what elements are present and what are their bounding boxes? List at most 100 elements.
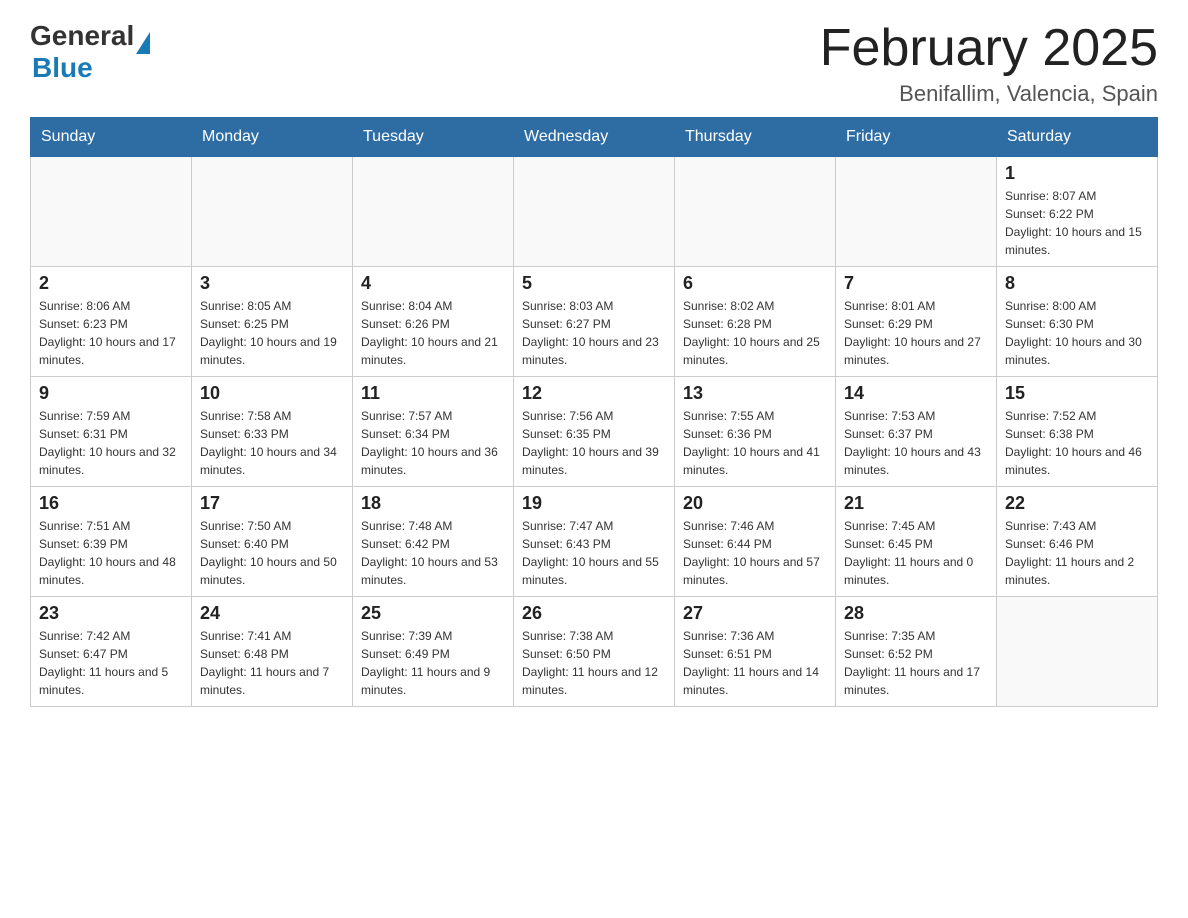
day-number: 2 <box>39 273 183 294</box>
day-number: 28 <box>844 603 988 624</box>
day-number: 1 <box>1005 163 1149 184</box>
day-info: Sunrise: 8:06 AMSunset: 6:23 PMDaylight:… <box>39 297 183 369</box>
page-header: General Blue February 2025 Benifallim, V… <box>30 20 1158 107</box>
day-info: Sunrise: 8:07 AMSunset: 6:22 PMDaylight:… <box>1005 187 1149 259</box>
day-number: 16 <box>39 493 183 514</box>
table-row: 28 Sunrise: 7:35 AMSunset: 6:52 PMDayligh… <box>836 597 997 707</box>
day-info: Sunrise: 7:41 AMSunset: 6:48 PMDaylight:… <box>200 627 344 699</box>
day-number: 8 <box>1005 273 1149 294</box>
day-number: 20 <box>683 493 827 514</box>
logo: General Blue <box>30 20 150 84</box>
day-number: 23 <box>39 603 183 624</box>
day-number: 13 <box>683 383 827 404</box>
day-number: 22 <box>1005 493 1149 514</box>
table-row <box>353 157 514 267</box>
table-row: 9 Sunrise: 7:59 AMSunset: 6:31 PMDaylight… <box>31 377 192 487</box>
day-info: Sunrise: 7:46 AMSunset: 6:44 PMDaylight:… <box>683 517 827 589</box>
calendar-title: February 2025 <box>820 20 1158 77</box>
table-row: 22 Sunrise: 7:43 AMSunset: 6:46 PMDayligh… <box>997 487 1158 597</box>
calendar-week-row: 16 Sunrise: 7:51 AMSunset: 6:39 PMDayligh… <box>31 487 1158 597</box>
day-number: 9 <box>39 383 183 404</box>
table-row: 19 Sunrise: 7:47 AMSunset: 6:43 PMDayligh… <box>514 487 675 597</box>
day-number: 26 <box>522 603 666 624</box>
calendar-week-row: 23Sunrise: 7:42 AMSunset: 6:47 PMDayligh… <box>31 597 1158 707</box>
table-row <box>192 157 353 267</box>
day-number: 19 <box>522 493 666 514</box>
day-number: 18 <box>361 493 505 514</box>
calendar-table: Sunday Monday Tuesday Wednesday Thursday… <box>30 117 1158 707</box>
day-number: 21 <box>844 493 988 514</box>
table-row: 15 Sunrise: 7:52 AMSunset: 6:38 PMDayligh… <box>997 377 1158 487</box>
day-info: Sunrise: 7:39 AMSunset: 6:49 PMDaylight:… <box>361 627 505 699</box>
day-info: Sunrise: 7:57 AMSunset: 6:34 PMDaylight:… <box>361 407 505 479</box>
table-row: 21 Sunrise: 7:45 AMSunset: 6:45 PMDayligh… <box>836 487 997 597</box>
day-info: Sunrise: 8:04 AMSunset: 6:26 PMDaylight:… <box>361 297 505 369</box>
day-number: 15 <box>1005 383 1149 404</box>
day-number: 14 <box>844 383 988 404</box>
table-row: 17Sunrise: 7:50 AMSunset: 6:40 PMDayligh… <box>192 487 353 597</box>
header-monday: Monday <box>192 118 353 157</box>
day-info: Sunrise: 7:56 AMSunset: 6:35 PMDaylight:… <box>522 407 666 479</box>
day-info: Sunrise: 7:35 AMSunset: 6:52 PMDaylight:… <box>844 627 988 699</box>
table-row: 18 Sunrise: 7:48 AMSunset: 6:42 PMDayligh… <box>353 487 514 597</box>
table-row: 1 Sunrise: 8:07 AMSunset: 6:22 PMDaylight… <box>997 157 1158 267</box>
day-number: 27 <box>683 603 827 624</box>
table-row: 4 Sunrise: 8:04 AMSunset: 6:26 PMDaylight… <box>353 267 514 377</box>
table-row <box>675 157 836 267</box>
day-info: Sunrise: 8:00 AMSunset: 6:30 PMDaylight:… <box>1005 297 1149 369</box>
table-row <box>514 157 675 267</box>
table-row: 8 Sunrise: 8:00 AMSunset: 6:30 PMDaylight… <box>997 267 1158 377</box>
calendar-week-row: 2 Sunrise: 8:06 AMSunset: 6:23 PMDaylight… <box>31 267 1158 377</box>
header-friday: Friday <box>836 118 997 157</box>
day-number: 3 <box>200 273 344 294</box>
day-info: Sunrise: 8:02 AMSunset: 6:28 PMDaylight:… <box>683 297 827 369</box>
table-row <box>997 597 1158 707</box>
table-row: 10 Sunrise: 7:58 AMSunset: 6:33 PMDayligh… <box>192 377 353 487</box>
day-number: 11 <box>361 383 505 404</box>
day-info: Sunrise: 7:48 AMSunset: 6:42 PMDaylight:… <box>361 517 505 589</box>
table-row: 14 Sunrise: 7:53 AMSunset: 6:37 PMDayligh… <box>836 377 997 487</box>
day-info: Sunrise: 8:01 AMSunset: 6:29 PMDaylight:… <box>844 297 988 369</box>
table-row: 3 Sunrise: 8:05 AMSunset: 6:25 PMDaylight… <box>192 267 353 377</box>
calendar-week-row: 1 Sunrise: 8:07 AMSunset: 6:22 PMDaylight… <box>31 157 1158 267</box>
table-row: 2 Sunrise: 8:06 AMSunset: 6:23 PMDaylight… <box>31 267 192 377</box>
day-info: Sunrise: 7:59 AMSunset: 6:31 PMDaylight:… <box>39 407 183 479</box>
day-info: Sunrise: 7:52 AMSunset: 6:38 PMDaylight:… <box>1005 407 1149 479</box>
logo-triangle-icon <box>136 32 150 54</box>
calendar-header-row: Sunday Monday Tuesday Wednesday Thursday… <box>31 118 1158 157</box>
header-saturday: Saturday <box>997 118 1158 157</box>
header-thursday: Thursday <box>675 118 836 157</box>
day-number: 6 <box>683 273 827 294</box>
logo-blue-text: Blue <box>32 52 93 84</box>
table-row: 27 Sunrise: 7:36 AMSunset: 6:51 PMDayligh… <box>675 597 836 707</box>
table-row: 25Sunrise: 7:39 AMSunset: 6:49 PMDayligh… <box>353 597 514 707</box>
day-info: Sunrise: 8:05 AMSunset: 6:25 PMDaylight:… <box>200 297 344 369</box>
calendar-subtitle: Benifallim, Valencia, Spain <box>820 81 1158 107</box>
day-info: Sunrise: 7:43 AMSunset: 6:46 PMDaylight:… <box>1005 517 1149 589</box>
day-info: Sunrise: 7:51 AMSunset: 6:39 PMDaylight:… <box>39 517 183 589</box>
header-wednesday: Wednesday <box>514 118 675 157</box>
header-tuesday: Tuesday <box>353 118 514 157</box>
table-row <box>836 157 997 267</box>
day-info: Sunrise: 7:55 AMSunset: 6:36 PMDaylight:… <box>683 407 827 479</box>
table-row <box>31 157 192 267</box>
day-number: 10 <box>200 383 344 404</box>
day-number: 17 <box>200 493 344 514</box>
logo-general-text: General <box>30 20 134 52</box>
day-number: 4 <box>361 273 505 294</box>
day-info: Sunrise: 7:53 AMSunset: 6:37 PMDaylight:… <box>844 407 988 479</box>
day-number: 12 <box>522 383 666 404</box>
day-info: Sunrise: 7:47 AMSunset: 6:43 PMDaylight:… <box>522 517 666 589</box>
table-row: 5Sunrise: 8:03 AMSunset: 6:27 PMDaylight… <box>514 267 675 377</box>
day-info: Sunrise: 7:58 AMSunset: 6:33 PMDaylight:… <box>200 407 344 479</box>
day-number: 5 <box>522 273 666 294</box>
day-info: Sunrise: 7:36 AMSunset: 6:51 PMDaylight:… <box>683 627 827 699</box>
header-sunday: Sunday <box>31 118 192 157</box>
day-number: 7 <box>844 273 988 294</box>
table-row: 6 Sunrise: 8:02 AMSunset: 6:28 PMDaylight… <box>675 267 836 377</box>
table-row: 24Sunrise: 7:41 AMSunset: 6:48 PMDayligh… <box>192 597 353 707</box>
day-info: Sunrise: 7:45 AMSunset: 6:45 PMDaylight:… <box>844 517 988 589</box>
table-row: 12 Sunrise: 7:56 AMSunset: 6:35 PMDayligh… <box>514 377 675 487</box>
day-info: Sunrise: 7:38 AMSunset: 6:50 PMDaylight:… <box>522 627 666 699</box>
table-row: 11 Sunrise: 7:57 AMSunset: 6:34 PMDayligh… <box>353 377 514 487</box>
